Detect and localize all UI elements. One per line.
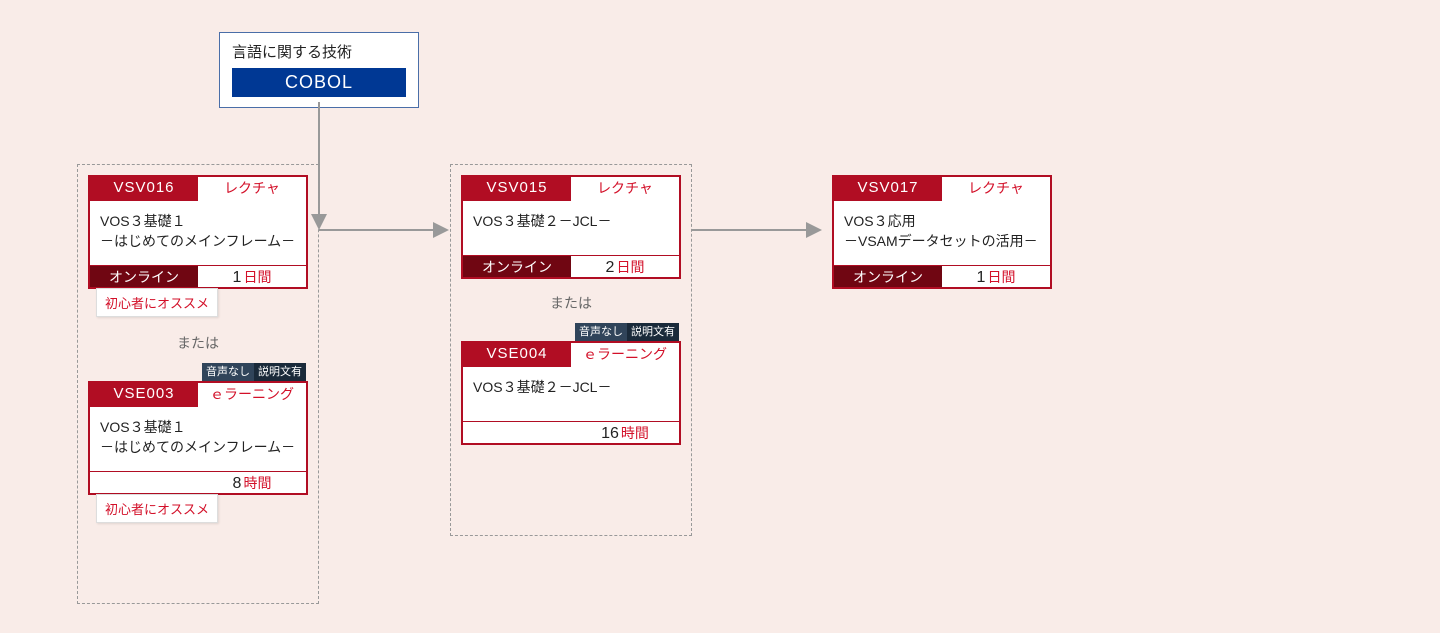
card-code: VSE004 [463,343,571,367]
recommend-badge: 初心者にオススメ [96,494,218,523]
category-badge: COBOL [232,68,406,97]
category-box: 言語に関する技術 COBOL [219,32,419,108]
card-type: ｅラーニング [198,383,306,407]
card-code: VSV017 [834,177,942,201]
card-title: VOS３基礎２－JCL－ [463,367,679,421]
card-type: レクチャ [198,177,306,201]
or-label: または [88,333,308,353]
card-title: VOS３基礎２－JCL－ [463,201,679,255]
card-duration: 1日間 [942,266,1050,287]
card-type: レクチャ [571,177,679,201]
card-mode [463,422,571,443]
group-box-2: VSV015 レクチャ VOS３基礎２－JCL－ オンライン 2日間 または 音… [450,164,692,536]
card-duration: 2日間 [571,256,679,277]
card-title: VOS３応用 －VSAMデータセットの活用－ [834,201,1050,265]
course-card[interactable]: VSV015 レクチャ VOS３基礎２－JCL－ オンライン 2日間 [461,175,681,279]
or-label: または [461,293,681,313]
card-title: VOS３基礎１ －はじめてのメインフレーム－ [90,201,306,265]
recommend-badge: 初心者にオススメ [96,288,218,317]
arrow-category-to-group2 [319,102,459,242]
card-duration: 16時間 [571,422,679,443]
course-card[interactable]: 音声なし説明文有 VSE003 ｅラーニング VOS３基礎１ －はじめてのメイン… [88,381,308,495]
card-type: レクチャ [942,177,1050,201]
card-type: ｅラーニング [571,343,679,367]
card-title: VOS３基礎１ －はじめてのメインフレーム－ [90,407,306,471]
audio-tag: 音声なし説明文有 [575,323,679,341]
course-card[interactable]: VSV017 レクチャ VOS３応用 －VSAMデータセットの活用－ オンライン… [832,175,1052,289]
course-card[interactable]: VSV016 レクチャ VOS３基礎１ －はじめてのメインフレーム－ オンライン… [88,175,308,289]
audio-tag: 音声なし説明文有 [202,363,306,381]
card-code: VSV016 [90,177,198,201]
group-box-1: VSV016 レクチャ VOS３基礎１ －はじめてのメインフレーム－ オンライン… [77,164,319,604]
card-mode [90,472,198,493]
course-card[interactable]: 音声なし説明文有 VSE004 ｅラーニング VOS３基礎２－JCL－ 16時間 [461,341,681,445]
card-code: VSE003 [90,383,198,407]
arrow-group2-to-c5 [692,224,832,244]
card-mode: オンライン [463,256,571,277]
card-mode: オンライン [90,266,198,287]
card-duration: 1日間 [198,266,306,287]
card-duration: 8時間 [198,472,306,493]
card-code: VSV015 [463,177,571,201]
card-mode: オンライン [834,266,942,287]
category-title: 言語に関する技術 [232,41,406,62]
